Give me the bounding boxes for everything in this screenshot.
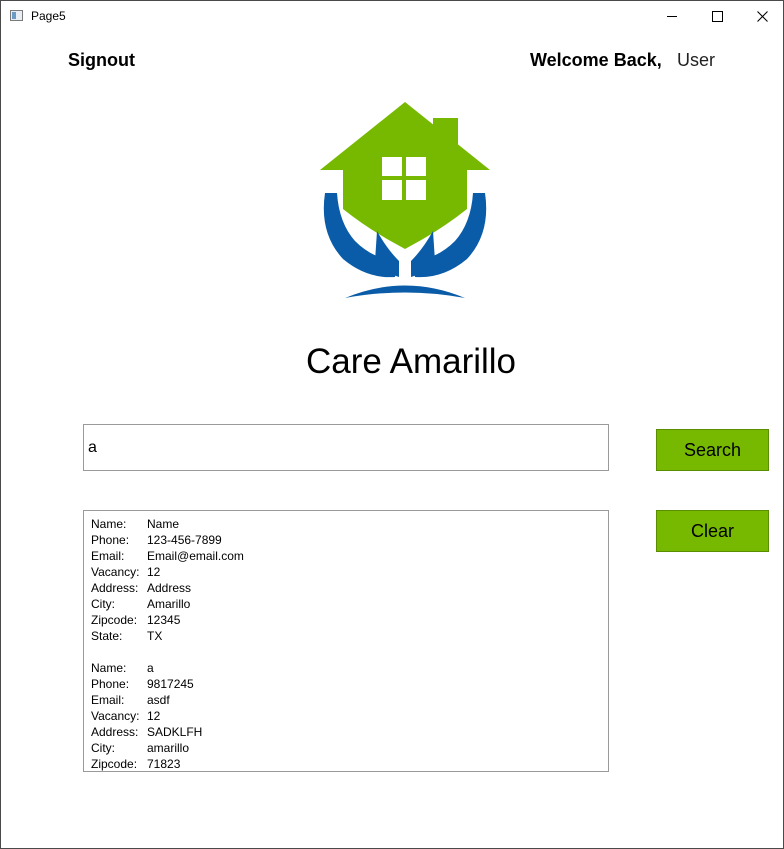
- field-value: SADKLFH: [147, 725, 203, 739]
- field-label: Zipcode:: [91, 757, 138, 771]
- record-field: State: TX: [91, 628, 601, 644]
- record-field: Email: asdf: [91, 692, 601, 708]
- record-field: Zipcode: 12345: [91, 612, 601, 628]
- result-record: Name: Name Phone: 123-456-7899 Email: Email…: [91, 516, 601, 644]
- house-in-hands-icon: [320, 102, 490, 298]
- field-label: Vacancy:: [91, 565, 140, 579]
- record-field: Name: Name: [91, 516, 601, 532]
- record-field: City: amarillo: [91, 740, 601, 756]
- field-label: Phone:: [91, 533, 130, 547]
- field-value: Amarillo: [147, 597, 191, 611]
- app-icon: [10, 10, 23, 21]
- record-field: Vacancy: 12: [91, 564, 601, 580]
- result-record: Name: a Phone: 9817245 Email: asdf Vacancy:…: [91, 660, 601, 771]
- field-label: Email:: [91, 549, 125, 563]
- title-bar: Page5: [1, 1, 783, 31]
- field-label: Zipcode:: [91, 613, 138, 627]
- field-value: asdf: [147, 693, 170, 707]
- welcome-text: Welcome Back,: [530, 50, 662, 70]
- field-label: City:: [91, 741, 115, 755]
- field-value: 12: [147, 709, 161, 723]
- field-value: Name: [147, 517, 180, 531]
- maximize-icon: [711, 10, 723, 22]
- field-value: 123-456-7899: [147, 533, 222, 547]
- close-button[interactable]: [739, 1, 784, 31]
- field-label: Address:: [91, 581, 139, 595]
- field-value: 12345: [147, 613, 181, 627]
- record-field: Address: SADKLFH: [91, 724, 601, 740]
- record-field: Zipcode: 71823: [91, 756, 601, 771]
- search-button[interactable]: Search: [656, 429, 769, 471]
- field-label: City:: [91, 597, 115, 611]
- field-label: Email:: [91, 693, 125, 707]
- app-window: Page5 Signout Welcome Back, User Care Am…: [0, 0, 784, 849]
- field-value: 9817245: [147, 677, 194, 691]
- record-field: Phone: 9817245: [91, 676, 601, 692]
- field-label: Address:: [91, 725, 139, 739]
- brand-title: Care Amarillo: [305, 342, 517, 381]
- record-field: Phone: 123-456-7899: [91, 532, 601, 548]
- maximize-button[interactable]: [694, 1, 740, 31]
- clear-button[interactable]: Clear: [656, 510, 769, 552]
- field-value: amarillo: [147, 741, 190, 755]
- field-value: TX: [147, 629, 163, 643]
- minimize-icon: [667, 15, 677, 17]
- field-label: Vacancy:: [91, 709, 140, 723]
- close-icon: [756, 10, 768, 22]
- field-value: 71823: [147, 757, 181, 771]
- field-value: a: [147, 661, 154, 675]
- field-label: Name:: [91, 517, 127, 531]
- field-value: Email@email.com: [147, 549, 244, 563]
- field-label: Phone:: [91, 677, 130, 691]
- window-title: Page5: [31, 9, 66, 23]
- record-field: Vacancy: 12: [91, 708, 601, 724]
- record-field: Address: Address: [91, 580, 601, 596]
- search-input[interactable]: [83, 424, 609, 471]
- record-field: Email: Email@email.com: [91, 548, 601, 564]
- record-field: Name: a: [91, 660, 601, 676]
- field-label: Name:: [91, 661, 127, 675]
- field-value: Address: [147, 581, 192, 595]
- minimize-button[interactable]: [649, 1, 695, 31]
- field-value: 12: [147, 565, 161, 579]
- results-list[interactable]: Name: Name Phone: 123-456-7899 Email: Email…: [83, 510, 609, 772]
- record-field: City: Amarillo: [91, 596, 601, 612]
- field-label: State:: [91, 629, 123, 643]
- username-label: User: [677, 50, 716, 70]
- signout-link[interactable]: Signout: [68, 49, 135, 71]
